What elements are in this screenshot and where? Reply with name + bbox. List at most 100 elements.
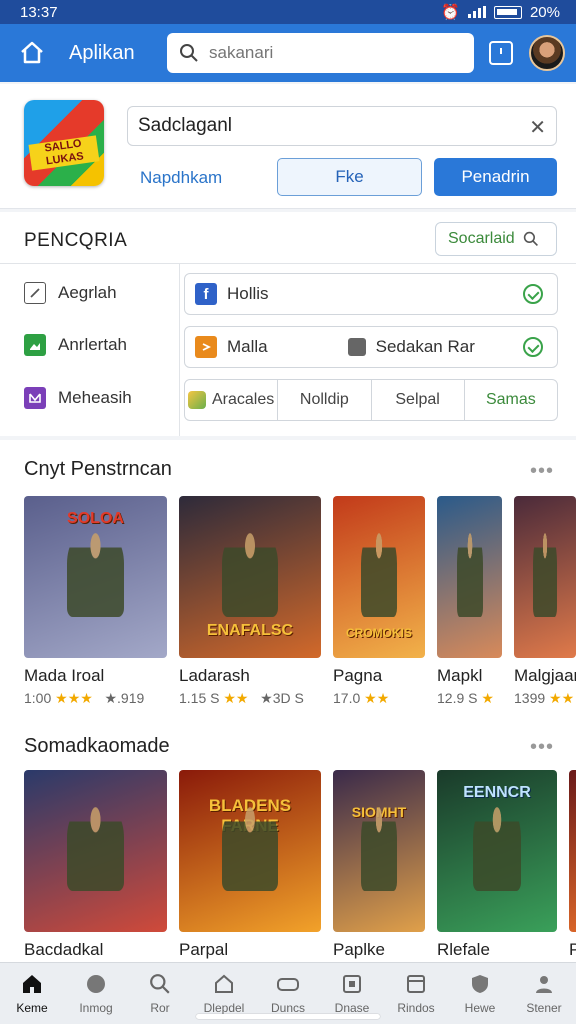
game-character [66,528,125,618]
game-tile[interactable]: BLADENS FARNE Parpal [179,770,321,960]
app-name-field[interactable]: Sadclaganl ✕ [127,106,557,146]
orange-app-icon [195,336,217,358]
game-tile[interactable]: SOLOA Mada Iroal 1:00 ★★★ ★.919 [24,496,167,707]
app-header: Aplikan [0,24,576,82]
home-indicator[interactable] [196,1014,380,1019]
nav-item-home[interactable]: Keme [0,963,64,1024]
nav-label: Dnase [334,1001,370,1015]
game-name: Rlefale [437,940,490,959]
game-tile[interactable]: Malgjaar 1399 ★★ [514,496,576,707]
secondary-button[interactable]: Fke [277,158,422,196]
side-item-aegrlah[interactable]: Aegrlah [24,282,117,304]
game-tile[interactable]: ENAFALSC Ladarash 1.15 S ★★ ★3D S [179,496,321,707]
alarm-icon: ⏰ [441,4,460,21]
tab-aracales[interactable]: Aracales [185,380,279,420]
nav-item-stener[interactable]: Stener [512,963,576,1024]
game-name: Pagna [333,666,383,685]
game-character [221,528,279,618]
tab-samas[interactable]: Samas [465,380,557,420]
star-icon: ★★ [549,690,575,706]
primary-button[interactable]: Penadrin [434,158,557,196]
divider [0,263,576,264]
side-item-label: Aegrlah [58,283,117,302]
game-thumbnail: SOLOA [24,496,167,658]
game-rating: 12.9 S [437,690,478,706]
app-name-value: Sadclaganl [138,115,233,136]
account-row-hollis[interactable]: f Hollis [184,273,558,315]
game-name: Mapkl [437,666,483,685]
section-search-button[interactable]: Socarlaid [435,222,557,256]
signal-icon [467,6,486,18]
tab-selpal[interactable]: Selpal [372,380,465,420]
game-rating: 1.15 S [179,690,220,706]
media-icon [347,338,366,356]
filter-tabs: Aracales Nolldip Selpal Samas [184,379,558,421]
divider [179,264,180,436]
side-item-label: Meheasih [58,388,132,407]
game-rating: 17.0 [333,690,361,706]
status-bar: 13:37 ⏰ 20% [0,0,576,24]
check-icon[interactable] [523,337,543,357]
check-icon[interactable] [523,284,543,304]
status-icons: ⏰ 20% [441,3,560,22]
game-thumbnail [437,496,502,658]
section-title: PENCQRIA [24,230,128,251]
game-character [360,802,398,892]
game-tile[interactable]: Bacdadkal [24,770,167,960]
search-input[interactable] [209,43,449,63]
timer-icon[interactable] [489,41,513,65]
side-item-label: Anrlertah [58,335,127,354]
game-character [221,802,279,892]
game-tile[interactable]: Mapkl 12.9 S ★ [437,496,502,707]
side-item-anrlertah[interactable]: Anrlertah [24,334,127,356]
avatar[interactable] [529,35,565,71]
tab-nolldip[interactable]: Nolldip [278,380,372,420]
game-character [473,802,521,892]
game-meta: 1.15 S ★★ ★3D S [179,690,321,707]
tab-label: Aracales [212,391,275,408]
house-icon [212,972,236,996]
nav-item-inmog[interactable]: Inmog [64,963,128,1024]
nav-label: Dlepdel [203,1001,245,1015]
games-area: Cnyt Penstrncan ••• SOLOA Mada Iroal 1:0… [0,440,576,962]
app-icon-label: SALLO LUKAS [28,135,100,171]
game-extra: ★3D S [260,690,304,706]
game-character [360,528,398,618]
game-tile[interactable]: SIOMHT Paplke [333,770,425,960]
more-icon[interactable]: ••• [530,460,554,483]
game-thumbnail: ENAFALSC [179,496,321,658]
nav-label: Inmog [79,1001,113,1015]
email-icon [24,387,46,409]
game-tile[interactable]: EENNCR Rlefale [437,770,557,960]
more-icon[interactable]: ••• [530,736,554,759]
home-icon[interactable] [15,36,49,70]
search-bar[interactable] [167,33,474,73]
nav-label: Rindos [397,1001,435,1015]
side-item-meheasih[interactable]: Meheasih [24,387,132,409]
clear-icon[interactable]: ✕ [529,115,546,140]
game-tile[interactable]: CROMOKIS Pagna 17.0 ★★ [333,496,425,707]
app-link[interactable]: Napdhkam [140,168,222,188]
game-name: Mada Iroal [24,666,105,685]
tab-app-icon [188,391,206,409]
nav-item-ror[interactable]: Ror [128,963,192,1024]
image-icon [24,334,46,356]
game-character [532,528,558,618]
nav-item-rindos[interactable]: Rindos [384,963,448,1024]
section1-title: Cnyt Penstrncan [24,458,172,480]
nav-item-hewe[interactable]: Hewe [448,963,512,1024]
game-thumbnail: EENNCR [437,770,557,932]
battery-icon [493,5,522,19]
game-meta: 1:00 ★★★ ★.919 [24,690,167,707]
game-name: Malgjaar [514,666,576,685]
account-row-malla[interactable]: Malla Sedakan Rar [184,326,558,368]
game-thumb-title: SOLOA [67,510,124,527]
facebook-icon: f [195,283,217,305]
shield-icon [468,972,492,996]
game-character [66,802,125,892]
game-extra: ★.919 [104,690,145,706]
nav-label: Duncs [270,1001,305,1015]
nav-label: Keme [16,1001,48,1015]
window-icon [404,972,428,996]
game-tile[interactable]: P [569,770,576,960]
